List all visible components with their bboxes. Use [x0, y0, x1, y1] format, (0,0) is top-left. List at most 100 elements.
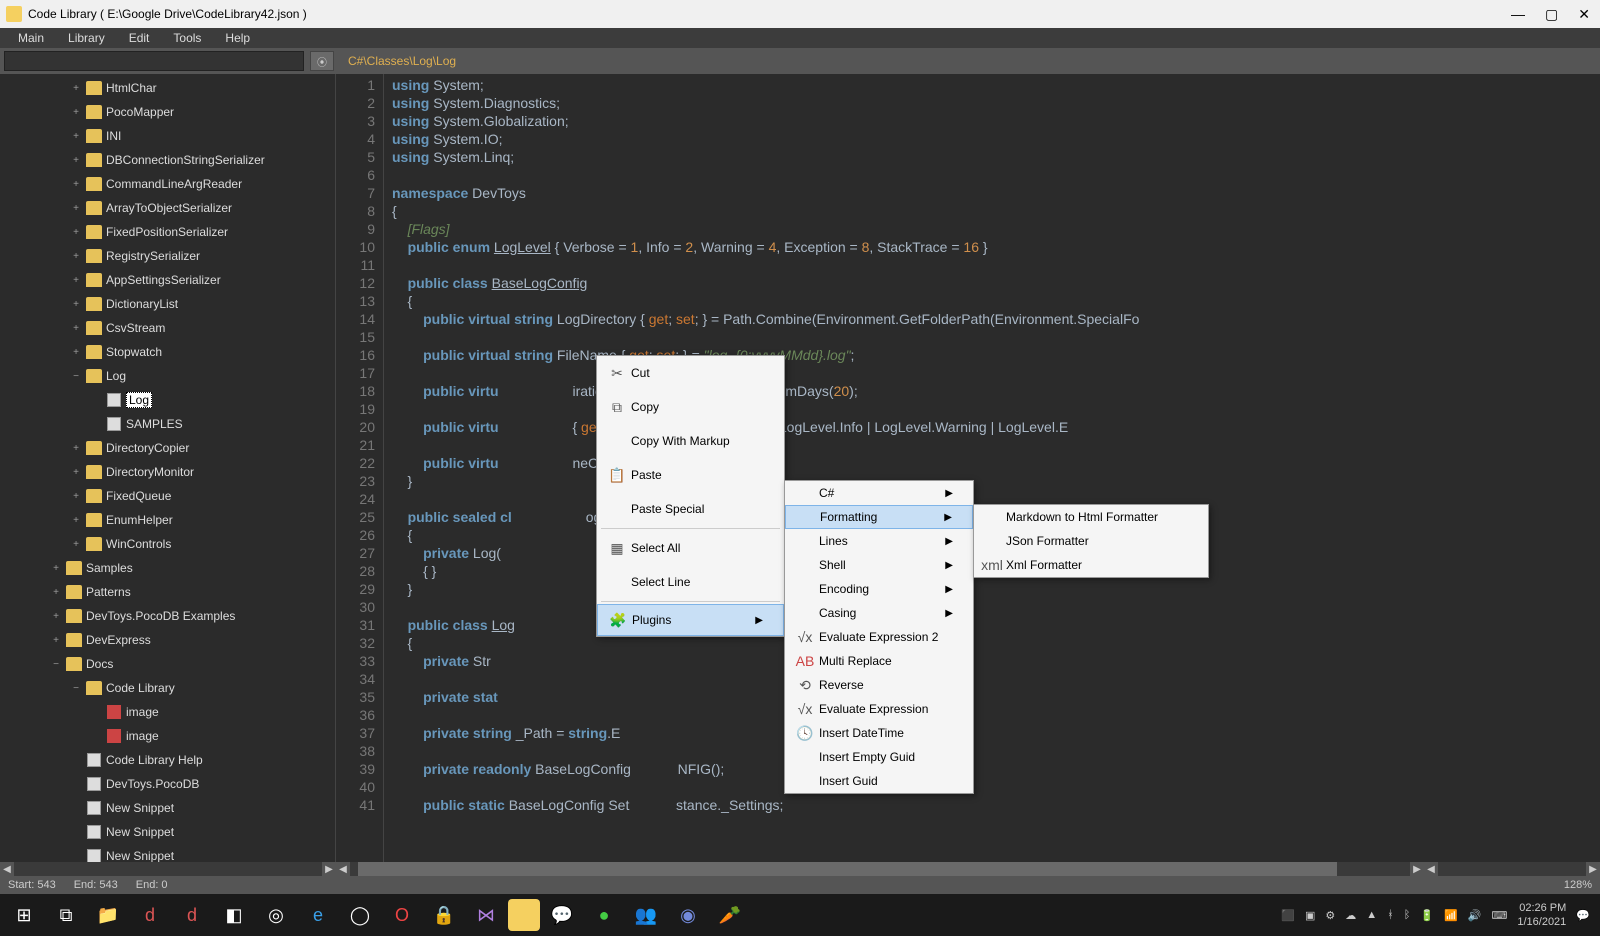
- app1-icon[interactable]: d: [130, 895, 170, 935]
- chrome-icon[interactable]: ◯: [340, 895, 380, 935]
- notes-icon[interactable]: [508, 899, 540, 931]
- editor-hscroll[interactable]: ◀▶: [336, 862, 1424, 876]
- tree-item[interactable]: +INI: [0, 124, 335, 148]
- close-button[interactable]: ✕: [1578, 6, 1590, 23]
- tree-item[interactable]: +AppSettingsSerializer: [0, 268, 335, 292]
- ctx-copy-markup[interactable]: Copy With Markup: [597, 424, 784, 458]
- tray-volume-icon[interactable]: 🔊: [1468, 909, 1482, 922]
- tree-item[interactable]: New Snippet: [0, 820, 335, 844]
- tree-item[interactable]: +Patterns: [0, 580, 335, 604]
- sub-reverse[interactable]: ⟲Reverse: [785, 673, 973, 697]
- system-tray[interactable]: ⬛ ▣ ⚙ ☁ ▲ ᚼ ᛒ 🔋 📶 🔊 ⌨ 02:26 PM 1/16/2021…: [1281, 901, 1596, 929]
- sub-insert-guid[interactable]: Insert Guid: [785, 769, 973, 793]
- menu-main[interactable]: Main: [6, 31, 56, 45]
- tree-item[interactable]: −Docs: [0, 652, 335, 676]
- tree-item[interactable]: +DevToys.PocoDB Examples: [0, 604, 335, 628]
- opera-icon[interactable]: O: [382, 895, 422, 935]
- tree-item[interactable]: SAMPLES: [0, 412, 335, 436]
- sub-formatting[interactable]: Formatting▶: [785, 505, 973, 529]
- tree-item[interactable]: −Log: [0, 364, 335, 388]
- tray-icon[interactable]: ᚼ: [1387, 909, 1394, 921]
- sub-lines[interactable]: Lines▶: [785, 529, 973, 553]
- sub-eval2[interactable]: √xEvaluate Expression 2: [785, 625, 973, 649]
- tree-item[interactable]: +CommandLineArgReader: [0, 172, 335, 196]
- fmt-markdown[interactable]: Markdown to Html Formatter: [974, 505, 1208, 529]
- code-editor[interactable]: 1234567891011121314151617181920212223242…: [336, 74, 1600, 862]
- sub-insert-datetime[interactable]: 🕓Insert DateTime: [785, 721, 973, 745]
- task-view-icon[interactable]: ⧉: [46, 895, 86, 935]
- fmt-xml[interactable]: xmlXml Formatter: [974, 553, 1208, 577]
- vs-icon[interactable]: ⋈: [466, 895, 506, 935]
- tree-item[interactable]: image: [0, 724, 335, 748]
- search-input[interactable]: [4, 51, 304, 71]
- tray-icon[interactable]: ☁: [1345, 909, 1356, 922]
- toolbar-button[interactable]: ⦿: [310, 51, 334, 71]
- tray-icon[interactable]: ⚙: [1325, 909, 1335, 922]
- app2-icon[interactable]: d: [172, 895, 212, 935]
- sub-encoding[interactable]: Encoding▶: [785, 577, 973, 601]
- code-area[interactable]: using System; using System.Diagnostics; …: [384, 74, 1600, 862]
- ctx-cut[interactable]: ✂Cut: [597, 356, 784, 390]
- tree-item[interactable]: +ArrayToObjectSerializer: [0, 196, 335, 220]
- sub-multi[interactable]: ABMulti Replace: [785, 649, 973, 673]
- maximize-button[interactable]: ▢: [1545, 6, 1558, 23]
- tree-item[interactable]: +PocoMapper: [0, 100, 335, 124]
- tree-item[interactable]: +DirectoryMonitor: [0, 460, 335, 484]
- menu-help[interactable]: Help: [213, 31, 262, 45]
- start-button[interactable]: ⊞: [4, 895, 44, 935]
- tray-bluetooth-icon[interactable]: ᛒ: [1404, 909, 1411, 921]
- tray-icon[interactable]: ▣: [1305, 909, 1315, 922]
- tray-icon[interactable]: ▲: [1366, 909, 1377, 921]
- ctx-paste[interactable]: 📋Paste: [597, 458, 784, 492]
- tray-wifi-icon[interactable]: 📶: [1444, 909, 1458, 922]
- tree-item[interactable]: Log: [0, 388, 335, 412]
- tray-notifications-icon[interactable]: 💬: [1576, 909, 1590, 922]
- teams-icon[interactable]: 👥: [626, 895, 666, 935]
- tree-item[interactable]: New Snippet: [0, 844, 335, 862]
- app4-icon[interactable]: ◎: [256, 895, 296, 935]
- tree-item[interactable]: image: [0, 700, 335, 724]
- tree-item[interactable]: +Samples: [0, 556, 335, 580]
- menu-tools[interactable]: Tools: [161, 31, 213, 45]
- app3-icon[interactable]: ◧: [214, 895, 254, 935]
- tray-lang-icon[interactable]: ⌨: [1491, 909, 1507, 922]
- tree-item[interactable]: +Stopwatch: [0, 340, 335, 364]
- sub-shell[interactable]: Shell▶: [785, 553, 973, 577]
- tree-item[interactable]: +CsvStream: [0, 316, 335, 340]
- plugins-submenu[interactable]: C#▶ Formatting▶ Lines▶ Shell▶ Encoding▶ …: [784, 480, 974, 794]
- tree-item[interactable]: +WinControls: [0, 532, 335, 556]
- sub-csharp[interactable]: C#▶: [785, 481, 973, 505]
- tree-item[interactable]: +DictionaryList: [0, 292, 335, 316]
- tree-item[interactable]: +DirectoryCopier: [0, 436, 335, 460]
- edge-icon[interactable]: e: [298, 895, 338, 935]
- ctx-paste-special[interactable]: Paste Special: [597, 492, 784, 526]
- sidebar-hscroll[interactable]: ◀▶: [0, 862, 336, 876]
- menu-edit[interactable]: Edit: [117, 31, 162, 45]
- tree-item[interactable]: DevToys.PocoDB: [0, 772, 335, 796]
- app6-icon[interactable]: 💬: [542, 895, 582, 935]
- fmt-json[interactable]: JSon Formatter: [974, 529, 1208, 553]
- right-hscroll[interactable]: ◀▶: [1424, 862, 1600, 876]
- explorer-icon[interactable]: 📁: [88, 895, 128, 935]
- ctx-select-line[interactable]: Select Line: [597, 565, 784, 599]
- discord-icon[interactable]: ◉: [668, 895, 708, 935]
- context-menu[interactable]: ✂Cut ⧉Copy Copy With Markup 📋Paste Paste…: [596, 355, 785, 637]
- minimize-button[interactable]: —: [1511, 6, 1525, 23]
- tree-item[interactable]: +DBConnectionStringSerializer: [0, 148, 335, 172]
- tree-item[interactable]: +FixedPositionSerializer: [0, 220, 335, 244]
- formatting-submenu[interactable]: Markdown to Html Formatter JSon Formatte…: [973, 504, 1209, 578]
- tree-item[interactable]: +RegistrySerializer: [0, 244, 335, 268]
- sub-casing[interactable]: Casing▶: [785, 601, 973, 625]
- tree-item[interactable]: New Snippet: [0, 796, 335, 820]
- tree-item[interactable]: +FixedQueue: [0, 484, 335, 508]
- tree-sidebar[interactable]: +HtmlChar+PocoMapper+INI+DBConnectionStr…: [0, 74, 336, 862]
- tree-item[interactable]: Code Library Help: [0, 748, 335, 772]
- whatsapp-icon[interactable]: ●: [584, 895, 624, 935]
- app5-icon[interactable]: 🔒: [424, 895, 464, 935]
- menu-library[interactable]: Library: [56, 31, 117, 45]
- tree-item[interactable]: −Code Library: [0, 676, 335, 700]
- sub-insert-empty-guid[interactable]: Insert Empty Guid: [785, 745, 973, 769]
- ctx-plugins[interactable]: 🧩Plugins▶: [597, 604, 784, 636]
- tray-icon[interactable]: ⬛: [1281, 909, 1295, 922]
- sub-eval[interactable]: √xEvaluate Expression: [785, 697, 973, 721]
